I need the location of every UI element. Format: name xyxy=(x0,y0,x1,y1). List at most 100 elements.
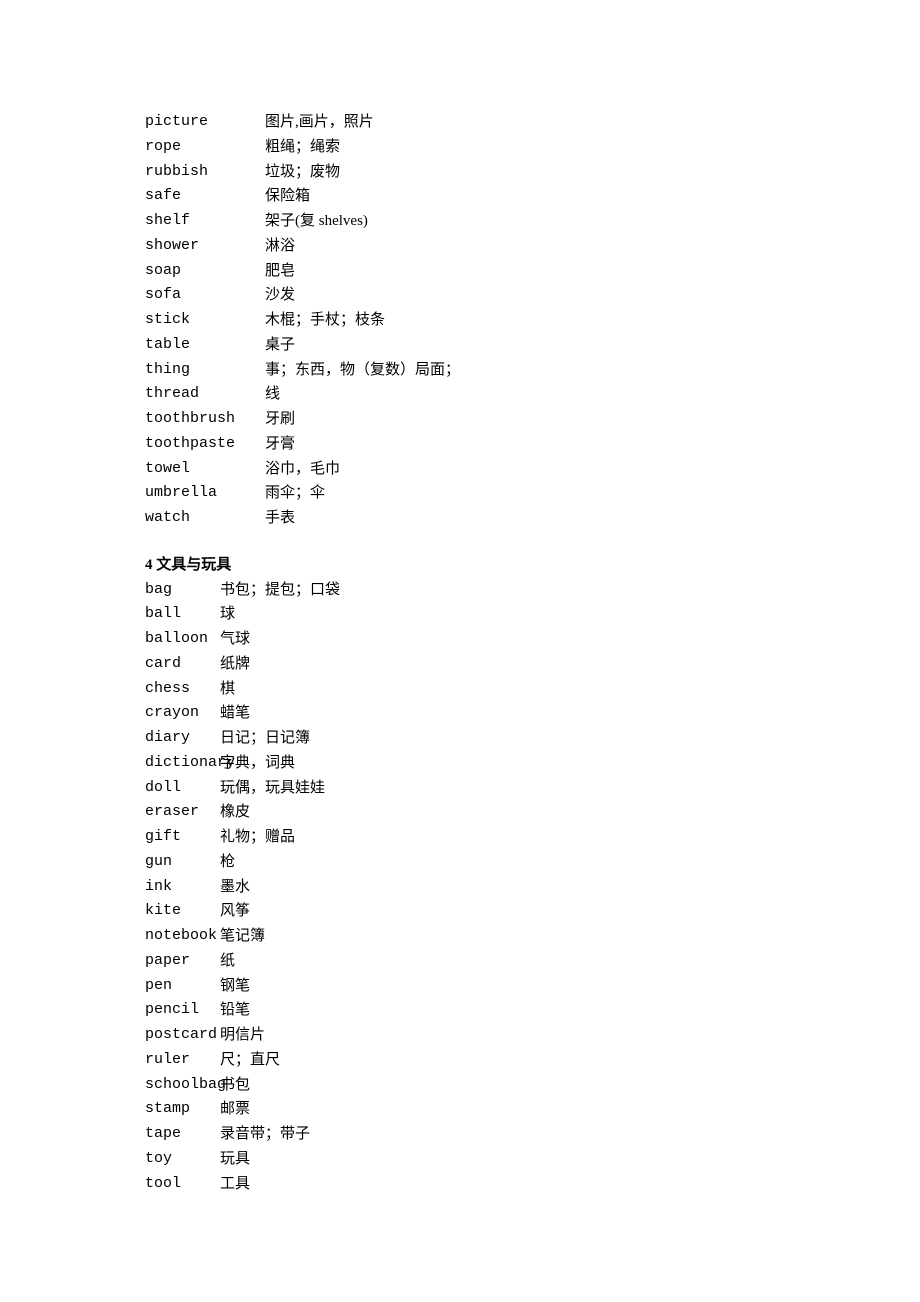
vocab-entry: rope粗绳；绳索 xyxy=(145,135,775,160)
vocab-entry: ruler尺；直尺 xyxy=(145,1048,775,1073)
vocab-entry: soap肥皂 xyxy=(145,259,775,284)
vocab-term: ball xyxy=(145,602,220,627)
vocab-term: table xyxy=(145,333,265,358)
vocab-term: shower xyxy=(145,234,265,259)
vocab-entry: toy玩具 xyxy=(145,1147,775,1172)
vocab-entry: diary日记；日记簿 xyxy=(145,726,775,751)
vocab-term: notebook xyxy=(145,924,220,949)
vocab-entry: thing事；东西，物（复数）局面； xyxy=(145,358,775,383)
vocab-term: dictionary xyxy=(145,751,220,776)
vocab-term: picture xyxy=(145,110,265,135)
vocab-term: toothpaste xyxy=(145,432,265,457)
vocab-entry: eraser橡皮 xyxy=(145,800,775,825)
vocab-definition: 礼物；赠品 xyxy=(220,825,295,850)
vocab-definition: 垃圾；废物 xyxy=(265,160,340,185)
vocab-term: tool xyxy=(145,1172,220,1197)
vocab-term: sofa xyxy=(145,283,265,308)
vocab-entry: umbrella雨伞；伞 xyxy=(145,481,775,506)
vocab-definition: 浴巾，毛巾 xyxy=(265,457,340,482)
vocab-definition: 球 xyxy=(220,602,235,627)
vocab-term: rubbish xyxy=(145,160,265,185)
vocab-definition: 纸牌 xyxy=(220,652,250,677)
vocab-definition: 笔记簿 xyxy=(220,924,265,949)
vocab-term: toy xyxy=(145,1147,220,1172)
vocab-definition: 玩具 xyxy=(220,1147,250,1172)
vocab-entry: stick木棍；手杖；枝条 xyxy=(145,308,775,333)
vocab-entry: chess棋 xyxy=(145,677,775,702)
vocab-entry: notebook笔记簿 xyxy=(145,924,775,949)
vocab-definition: 棋 xyxy=(220,677,235,702)
vocab-entry: crayon蜡笔 xyxy=(145,701,775,726)
vocab-entry: sofa沙发 xyxy=(145,283,775,308)
vocab-term: card xyxy=(145,652,220,677)
vocab-term: chess xyxy=(145,677,220,702)
vocab-term: crayon xyxy=(145,701,220,726)
vocab-definition: 牙刷 xyxy=(265,407,295,432)
vocab-definition: 字典，词典 xyxy=(220,751,295,776)
vocab-definition: 牙膏 xyxy=(265,432,295,457)
vocab-entry: doll玩偶，玩具娃娃 xyxy=(145,776,775,801)
vocab-definition: 线 xyxy=(265,382,280,407)
section-heading-4: 4 文具与玩具 xyxy=(145,553,775,578)
vocab-definition: 桌子 xyxy=(265,333,295,358)
vocab-definition: 风筝 xyxy=(220,899,250,924)
vocab-definition: 枪 xyxy=(220,850,235,875)
vocab-entry: rubbish垃圾；废物 xyxy=(145,160,775,185)
vocab-definition: 铅笔 xyxy=(220,998,250,1023)
vocab-entry: thread线 xyxy=(145,382,775,407)
vocab-term: schoolbag xyxy=(145,1073,220,1098)
vocab-entry: table桌子 xyxy=(145,333,775,358)
vocab-entry: shower淋浴 xyxy=(145,234,775,259)
vocab-term: pencil xyxy=(145,998,220,1023)
vocab-term: paper xyxy=(145,949,220,974)
vocab-definition: 日记；日记簿 xyxy=(220,726,310,751)
vocabulary-section-2: bag书包；提包；口袋ball球balloon气球card纸牌chess棋cra… xyxy=(145,578,775,1197)
vocab-term: tape xyxy=(145,1122,220,1147)
vocab-term: soap xyxy=(145,259,265,284)
vocab-definition: 工具 xyxy=(220,1172,250,1197)
vocab-definition: 玩偶，玩具娃娃 xyxy=(220,776,325,801)
vocab-term: postcard xyxy=(145,1023,220,1048)
vocab-entry: pen钢笔 xyxy=(145,974,775,999)
vocab-definition: 木棍；手杖；枝条 xyxy=(265,308,385,333)
vocab-term: umbrella xyxy=(145,481,265,506)
vocab-term: balloon xyxy=(145,627,220,652)
vocab-entry: tool工具 xyxy=(145,1172,775,1197)
vocab-definition: 书包 xyxy=(220,1073,250,1098)
vocab-entry: tape录音带；带子 xyxy=(145,1122,775,1147)
vocab-entry: kite风筝 xyxy=(145,899,775,924)
vocab-entry: bag书包；提包；口袋 xyxy=(145,578,775,603)
vocab-entry: balloon气球 xyxy=(145,627,775,652)
vocab-entry: gift礼物；赠品 xyxy=(145,825,775,850)
vocab-term: ruler xyxy=(145,1048,220,1073)
vocab-entry: schoolbag书包 xyxy=(145,1073,775,1098)
vocab-definition: 粗绳；绳索 xyxy=(265,135,340,160)
vocab-definition: 气球 xyxy=(220,627,250,652)
vocab-entry: safe保险箱 xyxy=(145,184,775,209)
vocab-entry: toothpaste牙膏 xyxy=(145,432,775,457)
vocab-definition: 保险箱 xyxy=(265,184,310,209)
vocab-term: watch xyxy=(145,506,265,531)
vocab-entry: pencil铅笔 xyxy=(145,998,775,1023)
vocab-term: gift xyxy=(145,825,220,850)
vocab-term: diary xyxy=(145,726,220,751)
vocab-term: toothbrush xyxy=(145,407,265,432)
vocab-term: bag xyxy=(145,578,220,603)
vocab-entry: shelf架子(复 shelves) xyxy=(145,209,775,234)
vocab-term: gun xyxy=(145,850,220,875)
vocab-term: thread xyxy=(145,382,265,407)
vocab-definition: 沙发 xyxy=(265,283,295,308)
vocab-definition: 事；东西，物（复数）局面； xyxy=(265,358,460,383)
vocab-entry: card纸牌 xyxy=(145,652,775,677)
vocab-definition: 邮票 xyxy=(220,1097,250,1122)
vocabulary-section-1: picture图片,画片，照片rope粗绳；绳索rubbish垃圾；废物safe… xyxy=(145,110,775,531)
vocab-entry: stamp邮票 xyxy=(145,1097,775,1122)
vocab-definition: 纸 xyxy=(220,949,235,974)
vocab-entry: toothbrush牙刷 xyxy=(145,407,775,432)
vocab-term: stamp xyxy=(145,1097,220,1122)
vocab-term: kite xyxy=(145,899,220,924)
vocab-definition: 架子(复 shelves) xyxy=(265,209,368,234)
vocab-definition: 明信片 xyxy=(220,1023,265,1048)
vocab-term: pen xyxy=(145,974,220,999)
vocab-definition: 书包；提包；口袋 xyxy=(220,578,340,603)
